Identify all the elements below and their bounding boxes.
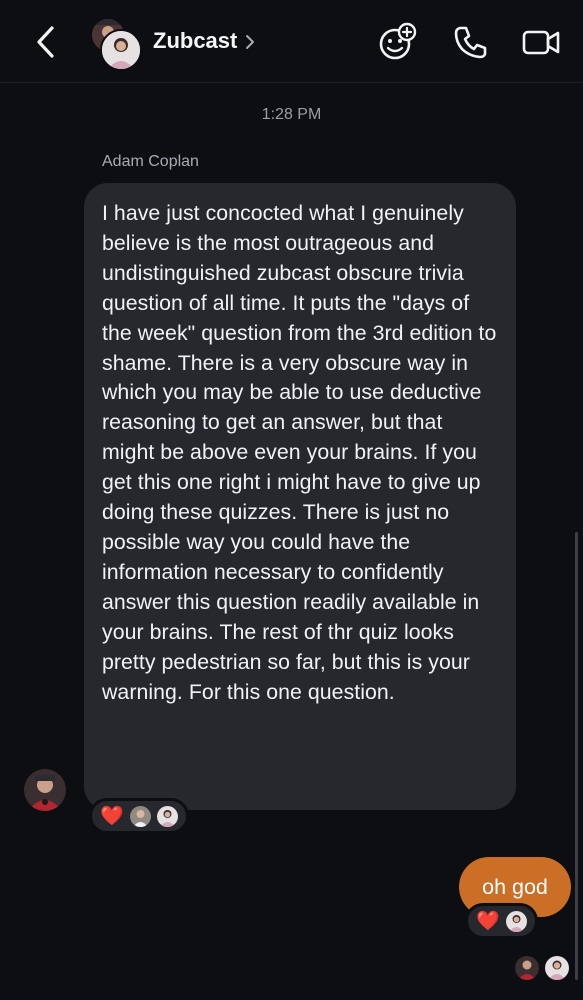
heart-reaction: ❤️ (100, 805, 124, 827)
sender-name: Adam Coplan (102, 153, 199, 170)
message-reactions[interactable]: ❤️ (89, 798, 189, 834)
add-person-icon (379, 22, 417, 60)
reactor-avatar (156, 805, 178, 827)
video-call-icon (522, 30, 560, 55)
chat-header: Zubcast (0, 0, 583, 83)
message-text: I have just concocted what I genuinely b… (102, 201, 497, 704)
group-avatar[interactable] (88, 17, 142, 71)
heart-reaction: ❤️ (476, 910, 500, 932)
back-button[interactable] (28, 22, 64, 62)
back-icon (37, 26, 54, 58)
reactor-avatar (505, 910, 527, 932)
seen-avatar (514, 955, 540, 981)
chat-screen: Zubcast 1:28 PM Adam Coplan I have just … (0, 0, 583, 1000)
voice-call-button[interactable] (451, 22, 491, 62)
phone-icon (454, 26, 487, 59)
reactor-avatar (129, 805, 151, 827)
add-person-button[interactable] (377, 22, 417, 62)
sender-avatar[interactable] (24, 769, 66, 811)
scrollbar[interactable] (575, 532, 578, 980)
seen-avatar (544, 955, 570, 981)
chat-title: Zubcast (153, 28, 238, 53)
message-timestamp: 1:28 PM (261, 106, 322, 123)
read-receipts (514, 954, 574, 982)
incoming-message-bubble[interactable]: I have just concocted what I genuinely b… (84, 183, 516, 810)
video-call-button[interactable] (521, 22, 561, 62)
chevron-right-icon (246, 35, 255, 49)
group-avatar-member-2 (100, 29, 142, 71)
message-reactions[interactable]: ❤️ (465, 903, 538, 939)
chat-title-button[interactable]: Zubcast (153, 28, 255, 54)
